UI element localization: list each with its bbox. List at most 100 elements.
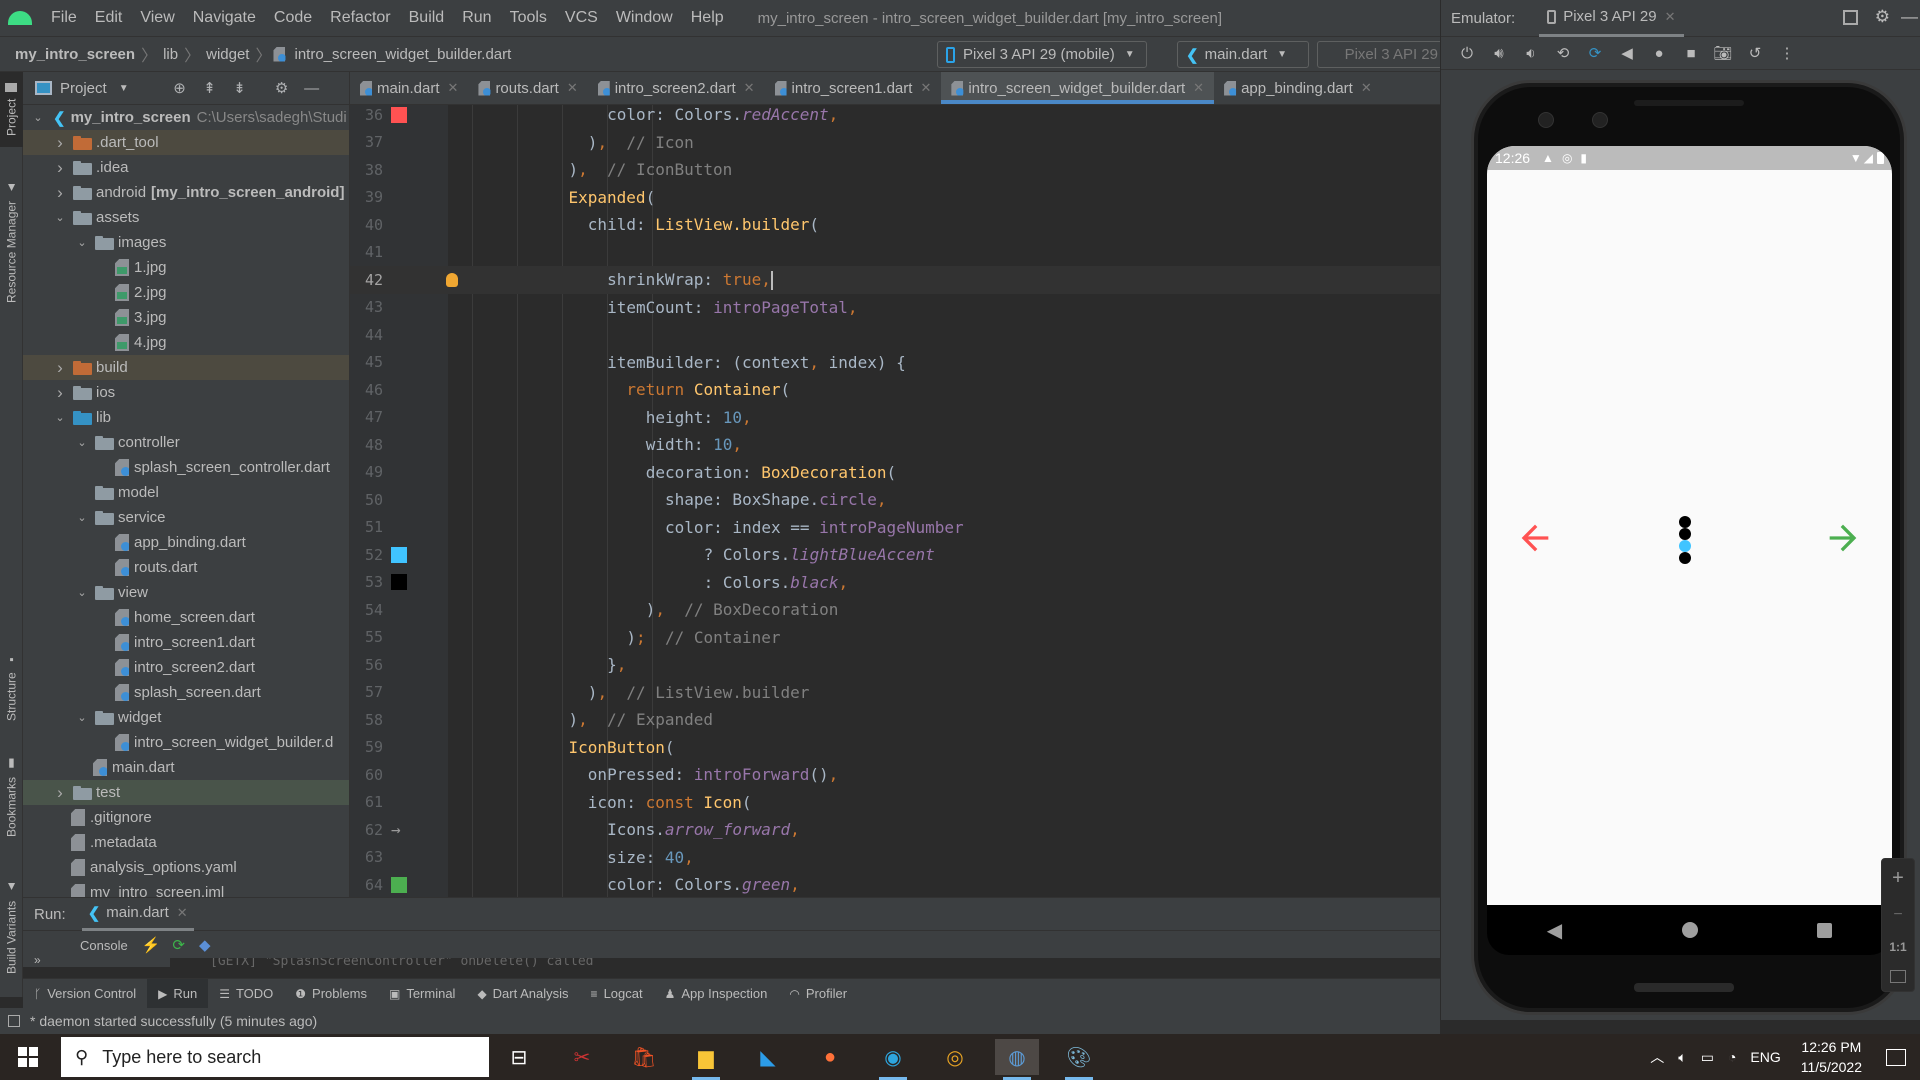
tool-tab-project[interactable]: Project (0, 72, 23, 147)
battery-icon[interactable]: ▭ (1701, 1049, 1714, 1066)
tool-window-app-inspection[interactable]: ♟ App Inspection (654, 979, 779, 1009)
status-toggle-icon[interactable] (8, 1015, 20, 1027)
tool-tab-resource-manager[interactable]: Resource Manager ▲ (0, 167, 23, 317)
menu-help[interactable]: Help (682, 9, 733, 27)
tree-item[interactable]: ⌄ widget (23, 705, 349, 730)
firefox-icon[interactable]: ● (808, 1039, 852, 1075)
show-hidden-icons[interactable]: ︿ (1650, 1047, 1664, 1067)
menu-vcs[interactable]: VCS (556, 9, 607, 27)
menu-window[interactable]: Window (607, 9, 682, 27)
tree-item[interactable]: analysis_options.yaml (23, 855, 349, 880)
tool-window-problems[interactable]: ❶ Problems (284, 979, 378, 1009)
code-line[interactable]: 55); // Container (350, 624, 1440, 652)
gear-icon[interactable]: ⚙ (1875, 7, 1890, 27)
tool-window-logcat[interactable]: ≡ Logcat (580, 979, 654, 1009)
tree-item[interactable]: ⌄ view (23, 580, 349, 605)
paint-icon[interactable]: 🎨︎ (1057, 1039, 1101, 1080)
device-dropdown-secondary[interactable]: Pixel 3 API 29 (1317, 41, 1447, 68)
tree-item[interactable]: › .dart_tool (23, 130, 349, 155)
tree-item[interactable]: 1.jpg (23, 255, 349, 280)
tool-tab-build-variants[interactable]: Build Variants ▲ (0, 862, 23, 992)
rotate-left-icon[interactable]: ⟲ (1547, 44, 1579, 62)
tree-item[interactable]: 2.jpg (23, 280, 349, 305)
more-options-icon[interactable]: ⋮ (1771, 44, 1803, 62)
android-home-button[interactable] (1681, 922, 1698, 938)
console-tab[interactable]: Console (80, 938, 128, 953)
edge-icon[interactable]: ◉ (871, 1039, 915, 1080)
close-icon[interactable]: ✕ (744, 80, 755, 96)
editor-tab[interactable]: intro_screen2.dart ✕ (588, 72, 765, 104)
tree-item[interactable]: ⌄ lib (23, 405, 349, 430)
windows-start-button[interactable] (18, 1047, 38, 1067)
menu-view[interactable]: View (131, 9, 183, 27)
breadcrumb-project[interactable]: my_intro_screen (11, 46, 139, 63)
tree-item[interactable]: ⌄ assets (23, 205, 349, 230)
run-tab-main-dart[interactable]: ❮ main.dart ✕ (81, 898, 194, 931)
code-line[interactable]: 64 color: Colors.green, (350, 871, 1440, 897)
editor-tab[interactable]: intro_screen_widget_builder.dart ✕ (941, 72, 1215, 104)
zoom-actual-size-button[interactable]: 1:1 (1889, 940, 1906, 954)
run-config-dropdown[interactable]: ❮ main.dart ▼ (1177, 41, 1309, 68)
forward-arrow-button[interactable] (1823, 518, 1863, 558)
chrome-icon[interactable]: ◎ (933, 1039, 977, 1075)
tree-item[interactable]: routs.dart (23, 555, 349, 580)
menu-file[interactable]: File (42, 9, 86, 27)
android-studio-taskbar-icon[interactable]: ◍ (995, 1039, 1039, 1080)
window-mode-icon[interactable] (1843, 10, 1858, 25)
code-line[interactable]: 36 color: Colors.redAccent, (350, 105, 1440, 129)
breadcrumb-widget[interactable]: widget (202, 46, 253, 63)
hot-restart-icon[interactable]: ⟳ (172, 936, 185, 954)
gear-icon[interactable]: ⚙ (273, 80, 291, 97)
expand-all-icon[interactable]: ⇞ (201, 80, 219, 97)
chevron-down-icon[interactable]: ⌄ (31, 111, 45, 124)
code-line[interactable]: 40 child: ListView.builder( (350, 211, 1440, 239)
arrow-forward-gutter-icon[interactable]: → (391, 820, 401, 839)
task-view-icon[interactable]: ⊟ (497, 1039, 541, 1075)
dart-devtools-icon[interactable]: ◆ (199, 936, 211, 954)
code-line[interactable]: 57), // ListView.builder (350, 679, 1440, 707)
notifications-icon[interactable] (1886, 1048, 1906, 1066)
chevron-right-icon[interactable]: › (53, 133, 67, 153)
code-line[interactable]: 42 shrinkWrap: true, (350, 266, 1440, 294)
zoom-out-button[interactable]: − (1893, 906, 1902, 924)
breadcrumb-file[interactable]: intro_screen_widget_builder.dart (290, 46, 515, 63)
taskbar-search[interactable]: ⚲ Type here to search (61, 1037, 489, 1077)
code-line[interactable]: 46 return Container( (350, 376, 1440, 404)
hot-reload-icon[interactable]: ⚡ (142, 936, 161, 954)
intention-bulb-icon[interactable] (446, 272, 458, 287)
tree-item[interactable]: › ios (23, 380, 349, 405)
menu-code[interactable]: Code (265, 9, 321, 27)
chevron-down-icon[interactable]: ⌄ (53, 211, 67, 224)
tree-item[interactable]: ⌄ service (23, 505, 349, 530)
back-arrow-button[interactable] (1515, 518, 1555, 558)
tree-item[interactable]: model (23, 480, 349, 505)
tool-window-terminal[interactable]: ▣ Terminal (378, 979, 466, 1009)
code-line[interactable]: 50 shape: BoxShape.circle, (350, 486, 1440, 514)
tree-item[interactable]: main.dart (23, 755, 349, 780)
tool-window-dart-analysis[interactable]: ◆ Dart Analysis (466, 979, 579, 1009)
snipping-tool-icon[interactable]: ✂ (560, 1039, 604, 1075)
language-indicator[interactable]: ENG (1750, 1049, 1780, 1065)
emulator-device-tab[interactable]: Pixel 3 API 29 ✕ (1539, 0, 1684, 37)
network-icon[interactable]: ◔ (1728, 1049, 1736, 1065)
code-line[interactable]: 48 width: 10, (350, 431, 1440, 459)
chevron-down-icon[interactable]: ⌄ (53, 411, 67, 424)
code-line[interactable]: 49 decoration: BoxDecoration( (350, 459, 1440, 487)
menu-build[interactable]: Build (400, 9, 454, 27)
tree-item[interactable]: ⌄ controller (23, 430, 349, 455)
code-line[interactable]: 54), // BoxDecoration (350, 596, 1440, 624)
code-line[interactable]: 51 color: index == introPageNumber (350, 514, 1440, 542)
tree-item[interactable]: 4.jpg (23, 330, 349, 355)
close-icon[interactable]: ✕ (448, 80, 459, 96)
rotate-right-icon[interactable]: ⟳ (1579, 44, 1611, 62)
volume-icon[interactable]: 🔈︎ (1678, 1049, 1686, 1066)
microsoft-store-icon[interactable]: 🛍︎ (622, 1039, 666, 1075)
chevron-right-icon[interactable]: › (53, 783, 67, 803)
chevron-down-icon[interactable]: ▼ (119, 83, 129, 94)
close-icon[interactable]: ✕ (920, 80, 931, 96)
code-line[interactable]: 53: Colors.black, (350, 569, 1440, 597)
tree-item[interactable]: › build (23, 355, 349, 380)
editor-tab[interactable]: app_binding.dart ✕ (1214, 72, 1382, 104)
menu-run[interactable]: Run (453, 9, 500, 27)
zoom-fit-icon[interactable] (1890, 970, 1906, 983)
